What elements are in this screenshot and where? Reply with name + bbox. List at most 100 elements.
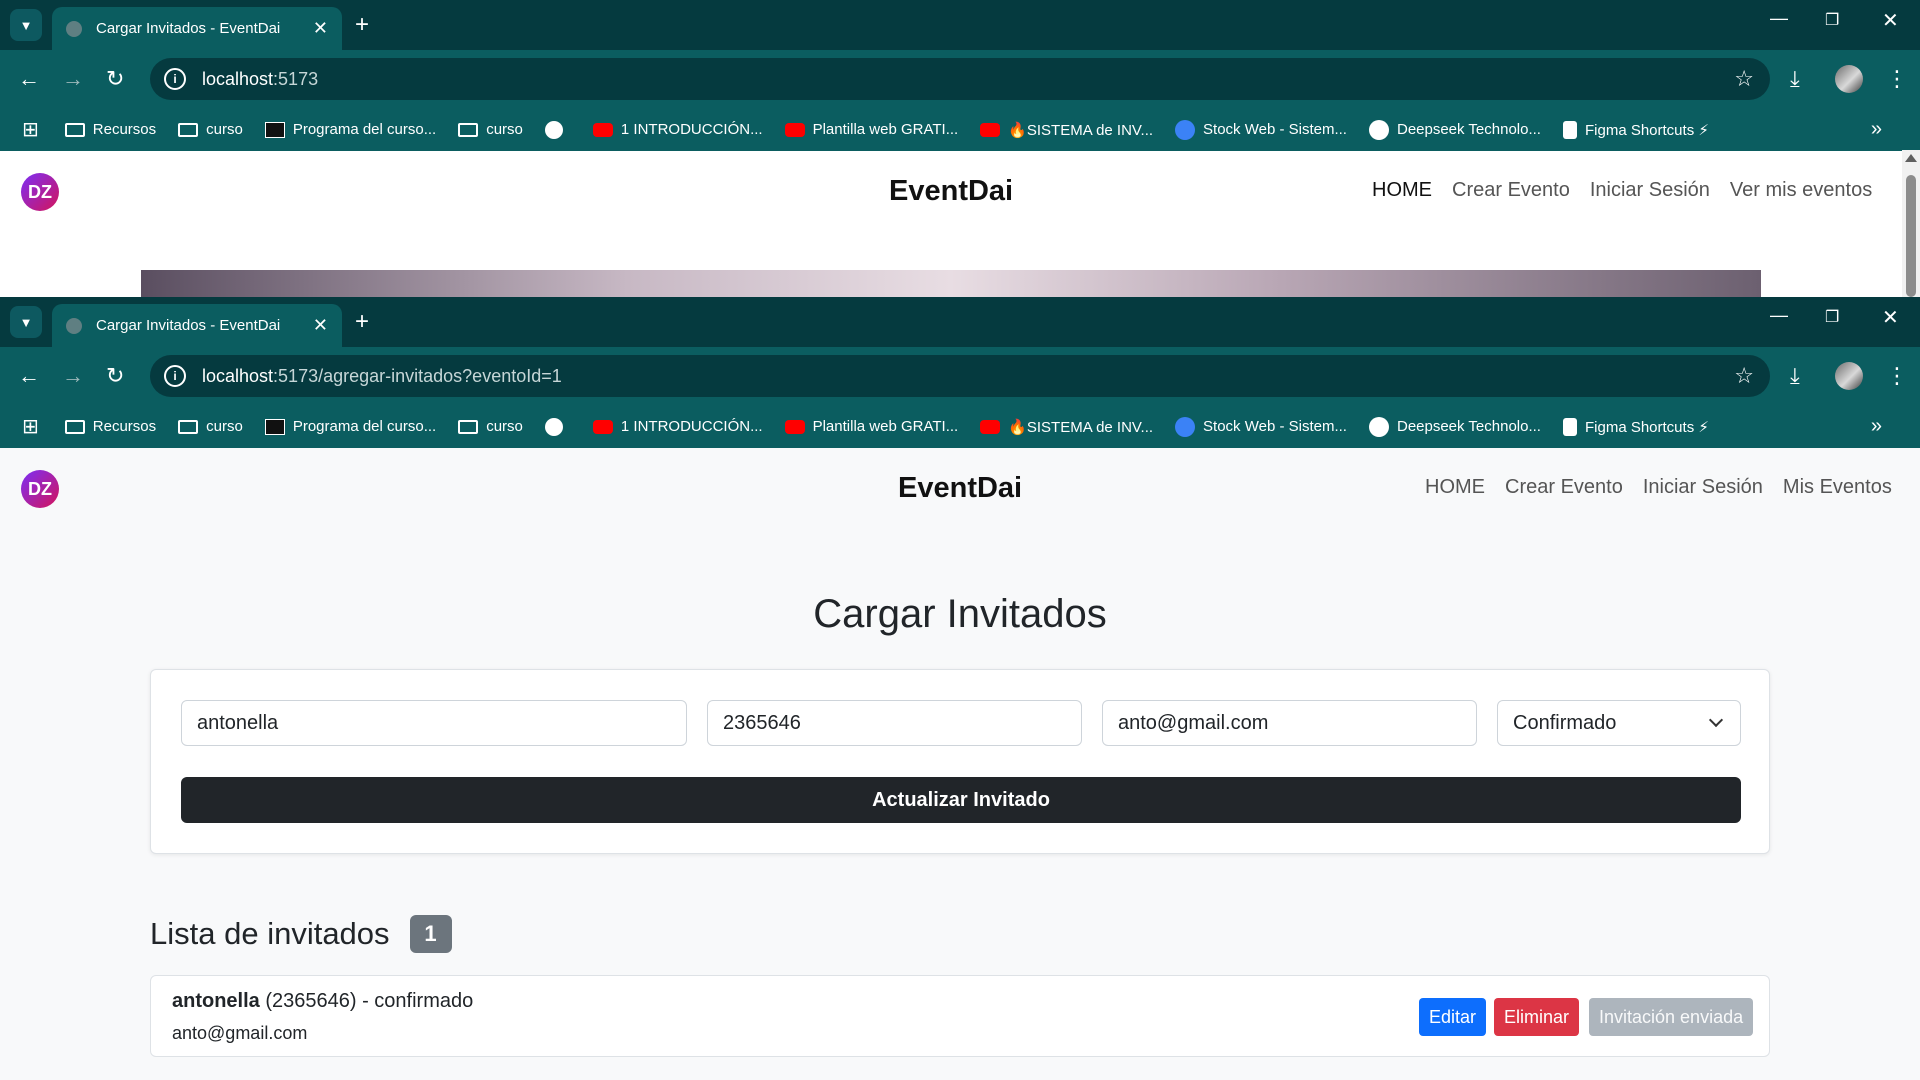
- update-guest-button[interactable]: Actualizar Invitado: [181, 777, 1741, 823]
- scrollbar-thumb[interactable]: [1906, 175, 1916, 297]
- forward-icon[interactable]: →: [62, 65, 84, 93]
- site-logo[interactable]: DZ: [21, 173, 59, 211]
- address-bar[interactable]: i localhost:5173/agregar-invitados?event…: [150, 355, 1770, 397]
- apps-grid-icon[interactable]: ⊞: [22, 414, 39, 439]
- bookmark-item[interactable]: curso: [178, 418, 243, 435]
- profile-avatar[interactable]: [1835, 362, 1863, 390]
- bookmark-item[interactable]: Recursos: [64, 121, 156, 138]
- youtube-icon: [784, 122, 805, 137]
- nav-home[interactable]: HOME: [1425, 476, 1485, 499]
- bookmark-item[interactable]: 🔥SISTEMA de INV...: [980, 418, 1153, 436]
- bookmark-star-icon[interactable]: ☆: [1734, 66, 1754, 92]
- bookmark-item[interactable]: Figma Shortcuts ⚡: [1562, 120, 1709, 139]
- bookmark-item[interactable]: Stock Web - Sistem...: [1175, 119, 1347, 140]
- nav-mis-eventos[interactable]: Mis Eventos: [1783, 476, 1892, 499]
- guest-name: antonella: [172, 990, 260, 1012]
- bookmark-item[interactable]: Stock Web - Sistem...: [1175, 416, 1347, 437]
- delete-button[interactable]: Eliminar: [1494, 998, 1580, 1036]
- close-window-button[interactable]: ✕: [1882, 305, 1899, 330]
- youtube-icon: [784, 419, 805, 434]
- tab-search-button[interactable]: ▼: [10, 9, 42, 41]
- globe-icon: [544, 417, 563, 436]
- browser-tab[interactable]: Cargar Invitados - EventDai ✕: [52, 7, 342, 50]
- page-title: Cargar Invitados: [813, 592, 1107, 636]
- profile-avatar[interactable]: [1835, 65, 1863, 93]
- bookmark-star-icon[interactable]: ☆: [1734, 363, 1754, 389]
- bookmark-item[interactable]: Recursos: [64, 418, 156, 435]
- back-icon[interactable]: ←: [18, 65, 40, 93]
- url-path: :5173/agregar-invitados?eventoId=1: [273, 365, 562, 386]
- guest-status-select[interactable]: Confirmado: [1497, 700, 1741, 746]
- menu-kebab-icon[interactable]: ⋮: [1886, 362, 1908, 390]
- guest-count-badge: 1: [409, 915, 452, 953]
- download-icon[interactable]: ⤓: [1790, 65, 1800, 93]
- bookmark-item[interactable]: 🔥SISTEMA de INV...: [980, 121, 1153, 139]
- tab-close-icon[interactable]: ✕: [313, 18, 328, 39]
- bookmark-item[interactable]: 1 INTRODUCCIÓN...: [592, 121, 763, 138]
- deepseek-icon: [1368, 119, 1389, 140]
- tab-close-icon[interactable]: ✕: [313, 315, 328, 336]
- address-bar[interactable]: i localhost:5173 ☆: [150, 58, 1770, 100]
- bookmark-item[interactable]: curso: [458, 121, 523, 138]
- bookmark-item[interactable]: Programa del curso...: [264, 418, 436, 435]
- site-info-icon[interactable]: i: [164, 365, 186, 387]
- folder-icon: [458, 419, 479, 434]
- restore-button[interactable]: ❐: [1825, 307, 1839, 327]
- bookmark-item[interactable]: Plantilla web GRATI...: [784, 418, 958, 435]
- more-bookmarks-icon[interactable]: »: [1871, 415, 1882, 438]
- bookmark-item[interactable]: [544, 120, 571, 139]
- site-logo[interactable]: DZ: [21, 470, 59, 508]
- folder-icon: [64, 419, 85, 434]
- bookmark-item[interactable]: Plantilla web GRATI...: [784, 121, 958, 138]
- back-icon[interactable]: ←: [18, 362, 40, 390]
- guest-email-input[interactable]: anto@gmail.com: [1102, 700, 1477, 746]
- bookmark-item[interactable]: Deepseek Technolo...: [1368, 416, 1541, 437]
- bookmark-item[interactable]: Deepseek Technolo...: [1368, 119, 1541, 140]
- site-brand[interactable]: EventDai: [889, 175, 1013, 208]
- tab-search-button[interactable]: ▼: [10, 306, 42, 338]
- download-icon[interactable]: ⤓: [1790, 362, 1800, 390]
- more-bookmarks-icon[interactable]: »: [1871, 118, 1882, 141]
- youtube-icon: [980, 122, 1001, 137]
- close-window-button[interactable]: ✕: [1882, 8, 1899, 33]
- invitation-sent-button[interactable]: Invitación enviada: [1589, 998, 1754, 1036]
- list-item: antonella (2365646) - confirmado anto@gm…: [150, 975, 1770, 1057]
- forward-icon[interactable]: →: [62, 362, 84, 390]
- nav-crear-evento[interactable]: Crear Evento: [1452, 179, 1570, 202]
- site-icon: [1175, 416, 1196, 437]
- guest-phone-input[interactable]: 2365646: [707, 700, 1082, 746]
- new-tab-button[interactable]: +: [355, 307, 369, 337]
- bookmark-item[interactable]: curso: [458, 418, 523, 435]
- nav-ver-mis-eventos[interactable]: Ver mis eventos: [1730, 179, 1872, 202]
- guest-summary: antonella (2365646) - confirmado: [172, 990, 473, 1013]
- reload-icon[interactable]: ↻: [106, 65, 124, 93]
- bookmark-item[interactable]: curso: [178, 121, 243, 138]
- nav-home[interactable]: HOME: [1372, 179, 1432, 202]
- new-tab-button[interactable]: +: [355, 10, 369, 40]
- youtube-icon: [592, 122, 613, 137]
- nav-iniciar-sesion[interactable]: Iniciar Sesión: [1590, 179, 1710, 202]
- site-info-icon[interactable]: i: [164, 68, 186, 90]
- bookmark-item[interactable]: Programa del curso...: [264, 121, 436, 138]
- bookmark-item[interactable]: Figma Shortcuts ⚡: [1562, 417, 1709, 436]
- scroll-up-icon[interactable]: [1905, 154, 1917, 162]
- scrollbar[interactable]: [1902, 150, 1920, 297]
- minimize-button[interactable]: —: [1770, 305, 1788, 326]
- restore-button[interactable]: ❐: [1825, 10, 1839, 30]
- apps-grid-icon[interactable]: ⊞: [22, 117, 39, 142]
- bookmark-item[interactable]: 1 INTRODUCCIÓN...: [592, 418, 763, 435]
- bookmark-item[interactable]: [544, 417, 571, 436]
- youtube-icon: [980, 419, 1001, 434]
- nav-iniciar-sesion[interactable]: Iniciar Sesión: [1643, 476, 1763, 499]
- reload-icon[interactable]: ↻: [106, 362, 124, 390]
- tab-title: Cargar Invitados - EventDai: [96, 20, 281, 37]
- minimize-button[interactable]: —: [1770, 8, 1788, 29]
- guest-name-input[interactable]: antonella: [181, 700, 687, 746]
- nav-crear-evento[interactable]: Crear Evento: [1505, 476, 1623, 499]
- nav-links: HOME Crear Evento Iniciar Sesión Mis Eve…: [1425, 476, 1892, 499]
- edit-button[interactable]: Editar: [1419, 998, 1487, 1036]
- menu-kebab-icon[interactable]: ⋮: [1886, 65, 1908, 93]
- nav-links: HOME Crear Evento Iniciar Sesión Ver mis…: [1372, 179, 1872, 202]
- site-brand[interactable]: EventDai: [898, 472, 1022, 505]
- browser-tab[interactable]: Cargar Invitados - EventDai ✕: [52, 304, 342, 347]
